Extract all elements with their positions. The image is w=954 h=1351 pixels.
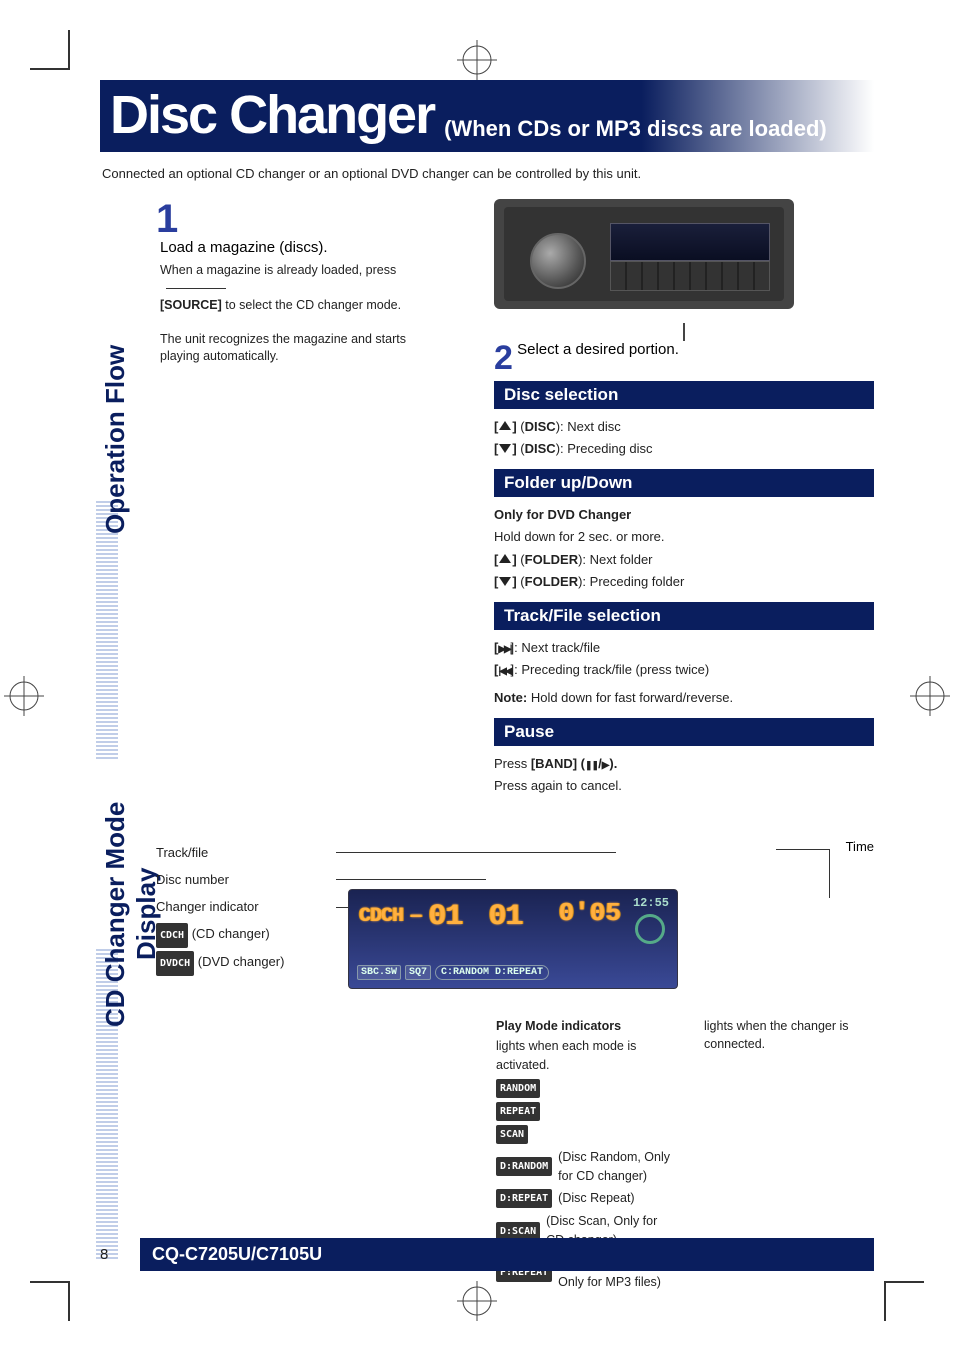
label-dvd-changer: (DVD changer) xyxy=(198,954,285,969)
crop-mark-br xyxy=(884,1281,924,1321)
page-subtitle: (When CDs or MP3 discs are loaded) xyxy=(444,116,827,152)
lcd-ring-icon xyxy=(635,914,665,944)
step1-sub2: The unit recognizes the magazine and sta… xyxy=(160,331,440,366)
folder-bold-1: FOLDER xyxy=(525,552,578,567)
track-body: []: Next track/file []: Preceding track/… xyxy=(494,638,874,708)
leader-line xyxy=(166,288,226,289)
badge-dvd-ch: DVDCH xyxy=(156,951,194,976)
pause-band-key: [BAND] ( xyxy=(531,756,585,771)
folder-bold-2: FOLDER xyxy=(525,574,578,589)
step1-sub1-prefix: When a magazine is already loaded, press xyxy=(160,263,396,277)
track-note-prefix: Note: xyxy=(494,690,527,705)
lcd-clock: 12:55 xyxy=(633,896,669,910)
step1-source-key: [SOURCE] xyxy=(160,298,222,312)
arrow-down-icon xyxy=(498,443,512,453)
side-label-column: Operation Flow CD Changer Mode Display xyxy=(100,199,156,1291)
label-track: Track/file xyxy=(156,839,336,866)
device-screen-icon xyxy=(610,223,770,261)
leader-line-down xyxy=(683,323,685,341)
page-footer: 8 CQ-C7205U/C7105U xyxy=(100,1238,874,1271)
leader-time xyxy=(776,849,830,850)
arrow-down-icon-2 xyxy=(498,576,512,586)
note-d-random: (Disc Random, Only for CD changer) xyxy=(558,1148,674,1186)
badge-repeat: REPEAT xyxy=(496,1102,540,1121)
step1-headline: Load a magazine (discs). xyxy=(160,239,440,256)
folder-line2-suffix: ): Preceding folder xyxy=(578,574,684,589)
disc-bold-1: DISC xyxy=(525,419,556,434)
folder-hold: Hold down for 2 sec. or more. xyxy=(494,527,874,547)
note-d-repeat: (Disc Repeat) xyxy=(558,1189,634,1208)
display-pointer-labels: Track/file Disc number Changer indicator… xyxy=(156,839,336,989)
device-buttons-icon xyxy=(610,261,770,291)
step1-sub1-suffix: to select the CD changer mode. xyxy=(222,298,401,312)
badge-scan: SCAN xyxy=(496,1125,528,1144)
label-disc-number: Disc number xyxy=(156,866,336,893)
crop-mark-bl xyxy=(30,1281,70,1321)
label-time: Time xyxy=(846,839,874,854)
registration-mark-left xyxy=(4,676,44,716)
skip-forward-icon xyxy=(498,640,510,655)
side-label-display: CD Changer Mode Display xyxy=(100,769,162,1059)
operation-flow-section: 1 Load a magazine (discs). When a magazi… xyxy=(156,199,874,799)
step1-sub1: When a magazine is already loaded, press… xyxy=(160,262,440,315)
disc-bold-2: DISC xyxy=(525,441,556,456)
play-mode-subtext: lights when each mode is activated. xyxy=(496,1037,674,1075)
pause-body: Press [BAND] (/). Press again to cancel. xyxy=(494,754,874,796)
folder-line1-suffix: ): Next folder xyxy=(578,552,652,567)
device-illustration xyxy=(494,199,794,309)
skip-backward-icon xyxy=(498,662,510,677)
arrow-up-icon-2 xyxy=(498,554,512,564)
folder-body: Only for DVD Changer Hold down for 2 sec… xyxy=(494,505,874,592)
badge-random: RANDOM xyxy=(496,1079,540,1098)
disc-line2-suffix: ): Preceding disc xyxy=(556,441,653,456)
track-line2: ]: Preceding track/file (press twice) xyxy=(511,662,710,677)
lcd-chip-sbcsw: SBC.SW xyxy=(357,965,401,980)
badge-cd-ch: CDCH xyxy=(156,923,188,948)
section-header-folder: Folder up/Down xyxy=(494,469,874,497)
page-title: Disc Changer xyxy=(110,80,434,146)
page-number: 8 xyxy=(100,1246,140,1263)
label-cd-changer: (CD changer) xyxy=(192,926,270,941)
lcd-sep: – xyxy=(409,903,422,930)
title-bar: Disc Changer (When CDs or MP3 discs are … xyxy=(100,80,874,152)
step-number-1: 1 xyxy=(156,199,178,239)
folder-only: Only for DVD Changer xyxy=(494,505,874,525)
page-content: Disc Changer (When CDs or MP3 discs are … xyxy=(100,80,874,1271)
badge-d-random: D:RANDOM xyxy=(496,1157,552,1176)
track-line1: ]: Next track/file xyxy=(511,640,601,655)
lcd-track: 01 xyxy=(488,900,522,934)
device-knob-icon xyxy=(530,233,586,289)
lcd-disc: 01 xyxy=(428,900,462,934)
step-number-2: 2 xyxy=(494,341,513,375)
model-number: CQ-C7205U/C7105U xyxy=(140,1238,874,1271)
pause-press-suffix: ). xyxy=(609,756,617,771)
registration-mark-right xyxy=(910,676,950,716)
section-header-disc-selection: Disc selection xyxy=(494,381,874,409)
side-label-operation-flow: Operation Flow xyxy=(100,304,131,574)
pause-again: Press again to cancel. xyxy=(494,776,874,796)
registration-mark-top xyxy=(457,40,497,80)
play-mode-header: Play Mode indicators xyxy=(496,1017,674,1036)
pause-press-prefix: Press xyxy=(494,756,531,771)
arrow-up-icon xyxy=(498,421,512,431)
intro-text: Connected an optional CD changer or an o… xyxy=(102,166,874,181)
disc-selection-body: [] (DISC): Next disc [] (DISC): Precedin… xyxy=(494,417,874,459)
lcd-elapsed-time: 0'05 xyxy=(559,898,621,928)
connected-note: lights when the changer is connected. xyxy=(704,1017,874,1055)
display-section: Track/file Disc number Changer indicator… xyxy=(156,839,874,1292)
badge-d-repeat: D:REPEAT xyxy=(496,1189,552,1208)
section-header-track: Track/File selection xyxy=(494,602,874,630)
crop-mark-tl xyxy=(30,30,70,70)
lcd-oval-mode: C:RANDOM D:REPEAT xyxy=(435,965,549,980)
step2-headline: Select a desired portion. xyxy=(517,341,679,358)
lcd-screen-mock: CDCH – 01 01 0'05 12:55 SBC.SW xyxy=(348,889,678,989)
section-header-pause: Pause xyxy=(494,718,874,746)
lcd-chip-sq7: SQ7 xyxy=(405,965,431,980)
lcd-indicator: CDCH xyxy=(359,905,403,928)
pause-icon xyxy=(585,756,598,771)
disc-line1-suffix: ): Next disc xyxy=(556,419,621,434)
track-note-body: Hold down for fast forward/reverse. xyxy=(527,690,733,705)
label-changer-indicator: Changer indicator xyxy=(156,893,336,920)
